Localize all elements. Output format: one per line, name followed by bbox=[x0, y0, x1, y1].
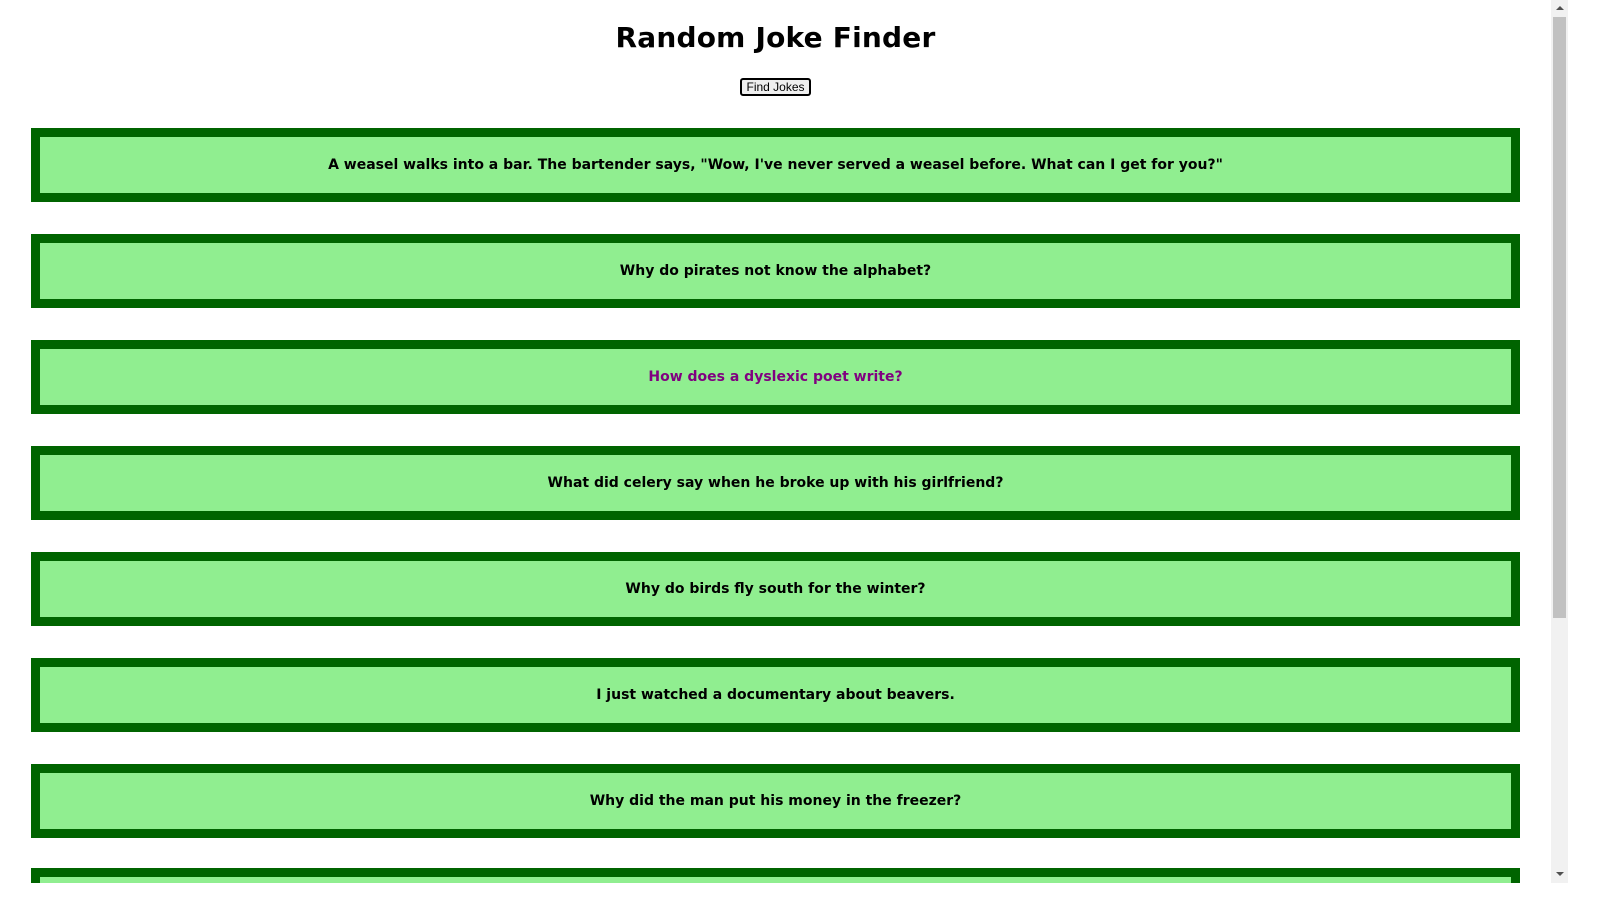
joke-card[interactable]: Why do birds fly south for the winter? bbox=[31, 552, 1520, 626]
joke-text: How does a dyslexic poet write? bbox=[648, 369, 903, 385]
scroll-down-arrow-icon[interactable] bbox=[1551, 866, 1568, 883]
find-jokes-button[interactable]: Find Jokes bbox=[740, 78, 811, 96]
browser-viewport: Random Joke Finder Find Jokes A weasel w… bbox=[0, 0, 1600, 900]
scroll-up-arrow-icon[interactable] bbox=[1551, 0, 1568, 17]
scrollbar-thumb[interactable] bbox=[1553, 17, 1566, 618]
joke-card[interactable]: A weasel walks into a bar. The bartender… bbox=[31, 128, 1520, 202]
joke-card[interactable]: What did celery say when he broke up wit… bbox=[31, 446, 1520, 520]
joke-card[interactable]: Why do pirates not know the alphabet? bbox=[31, 234, 1520, 308]
joke-card[interactable]: How does a dyslexic poet write? bbox=[31, 340, 1520, 414]
vertical-scrollbar[interactable] bbox=[1551, 0, 1568, 900]
joke-text: I just watched a documentary about beave… bbox=[596, 687, 955, 703]
window-bottom-edge bbox=[0, 883, 1600, 900]
joke-card[interactable]: Why did the man put his money in the fre… bbox=[31, 764, 1520, 838]
page-title: Random Joke Finder bbox=[615, 21, 936, 54]
joke-card[interactable]: I just watched a documentary about beave… bbox=[31, 658, 1520, 732]
joke-text: Why do pirates not know the alphabet? bbox=[619, 263, 932, 279]
joke-text: A weasel walks into a bar. The bartender… bbox=[328, 157, 1223, 173]
page-content: Random Joke Finder Find Jokes A weasel w… bbox=[0, 0, 1551, 900]
joke-text: Why did the man put his money in the fre… bbox=[589, 793, 962, 809]
joke-text: Why do birds fly south for the winter? bbox=[625, 581, 926, 597]
joke-text: What did celery say when he broke up wit… bbox=[547, 475, 1004, 491]
